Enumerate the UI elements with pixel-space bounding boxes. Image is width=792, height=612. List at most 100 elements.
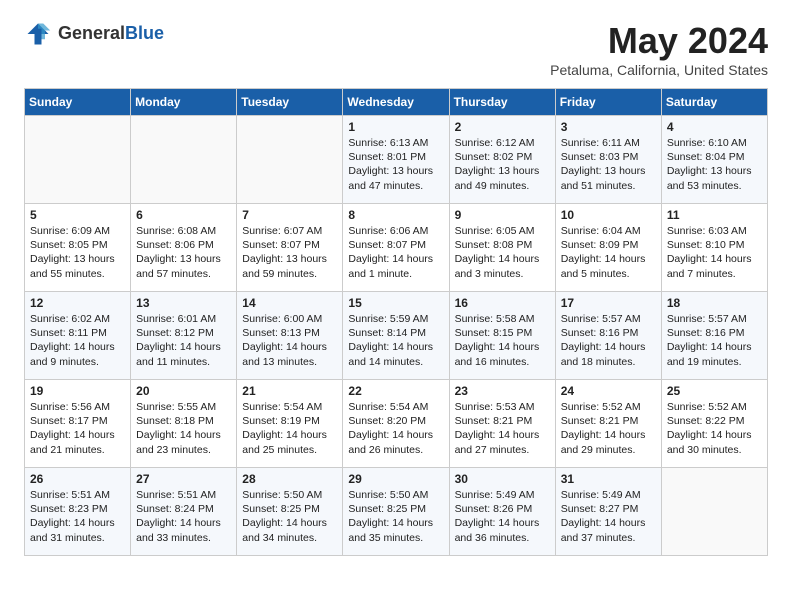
- logo: GeneralBlue: [24, 20, 164, 48]
- calendar-week-row: 1Sunrise: 6:13 AMSunset: 8:01 PMDaylight…: [25, 116, 768, 204]
- day-info: Sunrise: 5:52 AM: [667, 400, 762, 414]
- day-info: Daylight: 14 hours and 29 minutes.: [561, 428, 656, 456]
- day-info: Sunset: 8:06 PM: [136, 238, 231, 252]
- day-info: Daylight: 14 hours and 23 minutes.: [136, 428, 231, 456]
- day-number: 1: [348, 120, 443, 134]
- logo-icon: [24, 20, 52, 48]
- calendar-cell: 2Sunrise: 6:12 AMSunset: 8:02 PMDaylight…: [449, 116, 555, 204]
- calendar-cell: 31Sunrise: 5:49 AMSunset: 8:27 PMDayligh…: [555, 468, 661, 556]
- day-number: 20: [136, 384, 231, 398]
- calendar-cell: [661, 468, 767, 556]
- day-info: Daylight: 14 hours and 35 minutes.: [348, 516, 443, 544]
- day-number: 7: [242, 208, 337, 222]
- day-number: 11: [667, 208, 762, 222]
- day-number: 15: [348, 296, 443, 310]
- calendar-cell: 20Sunrise: 5:55 AMSunset: 8:18 PMDayligh…: [131, 380, 237, 468]
- day-number: 30: [455, 472, 550, 486]
- day-info: Sunrise: 6:12 AM: [455, 136, 550, 150]
- calendar-body: 1Sunrise: 6:13 AMSunset: 8:01 PMDaylight…: [25, 116, 768, 556]
- day-info: Sunrise: 5:57 AM: [667, 312, 762, 326]
- calendar-table: SundayMondayTuesdayWednesdayThursdayFrid…: [24, 88, 768, 556]
- calendar-cell: 21Sunrise: 5:54 AMSunset: 8:19 PMDayligh…: [237, 380, 343, 468]
- day-info: Sunrise: 5:53 AM: [455, 400, 550, 414]
- day-number: 21: [242, 384, 337, 398]
- day-info: Sunset: 8:21 PM: [561, 414, 656, 428]
- day-info: Sunset: 8:24 PM: [136, 502, 231, 516]
- day-info: Sunset: 8:16 PM: [561, 326, 656, 340]
- day-info: Sunrise: 6:10 AM: [667, 136, 762, 150]
- day-info: Sunrise: 6:01 AM: [136, 312, 231, 326]
- calendar-cell: 14Sunrise: 6:00 AMSunset: 8:13 PMDayligh…: [237, 292, 343, 380]
- calendar-cell: [237, 116, 343, 204]
- day-info: Daylight: 14 hours and 7 minutes.: [667, 252, 762, 280]
- day-info: Sunset: 8:02 PM: [455, 150, 550, 164]
- day-info: Daylight: 14 hours and 26 minutes.: [348, 428, 443, 456]
- day-info: Daylight: 14 hours and 9 minutes.: [30, 340, 125, 368]
- day-info: Sunrise: 5:51 AM: [136, 488, 231, 502]
- day-info: Daylight: 14 hours and 16 minutes.: [455, 340, 550, 368]
- day-number: 4: [667, 120, 762, 134]
- day-info: Sunrise: 6:06 AM: [348, 224, 443, 238]
- day-header: Monday: [131, 89, 237, 116]
- day-info: Daylight: 14 hours and 25 minutes.: [242, 428, 337, 456]
- day-info: Sunset: 8:04 PM: [667, 150, 762, 164]
- calendar-cell: 24Sunrise: 5:52 AMSunset: 8:21 PMDayligh…: [555, 380, 661, 468]
- day-number: 31: [561, 472, 656, 486]
- day-info: Sunrise: 5:54 AM: [348, 400, 443, 414]
- day-number: 9: [455, 208, 550, 222]
- day-number: 6: [136, 208, 231, 222]
- calendar-cell: 16Sunrise: 5:58 AMSunset: 8:15 PMDayligh…: [449, 292, 555, 380]
- day-number: 29: [348, 472, 443, 486]
- day-info: Sunrise: 5:54 AM: [242, 400, 337, 414]
- day-info: Sunset: 8:23 PM: [30, 502, 125, 516]
- day-info: Daylight: 14 hours and 30 minutes.: [667, 428, 762, 456]
- day-info: Daylight: 14 hours and 19 minutes.: [667, 340, 762, 368]
- day-info: Sunset: 8:07 PM: [242, 238, 337, 252]
- day-info: Daylight: 13 hours and 51 minutes.: [561, 164, 656, 192]
- day-info: Sunrise: 5:55 AM: [136, 400, 231, 414]
- calendar-cell: 19Sunrise: 5:56 AMSunset: 8:17 PMDayligh…: [25, 380, 131, 468]
- day-info: Sunrise: 6:11 AM: [561, 136, 656, 150]
- calendar-cell: 4Sunrise: 6:10 AMSunset: 8:04 PMDaylight…: [661, 116, 767, 204]
- day-info: Sunrise: 6:03 AM: [667, 224, 762, 238]
- day-number: 17: [561, 296, 656, 310]
- calendar-cell: 26Sunrise: 5:51 AMSunset: 8:23 PMDayligh…: [25, 468, 131, 556]
- day-info: Sunset: 8:12 PM: [136, 326, 231, 340]
- day-info: Daylight: 14 hours and 1 minute.: [348, 252, 443, 280]
- day-number: 16: [455, 296, 550, 310]
- day-info: Sunrise: 6:05 AM: [455, 224, 550, 238]
- day-number: 3: [561, 120, 656, 134]
- day-info: Daylight: 14 hours and 36 minutes.: [455, 516, 550, 544]
- logo-text: GeneralBlue: [58, 24, 164, 44]
- day-info: Sunrise: 5:59 AM: [348, 312, 443, 326]
- day-number: 26: [30, 472, 125, 486]
- calendar-cell: 7Sunrise: 6:07 AMSunset: 8:07 PMDaylight…: [237, 204, 343, 292]
- day-number: 8: [348, 208, 443, 222]
- day-info: Sunrise: 6:00 AM: [242, 312, 337, 326]
- day-header: Tuesday: [237, 89, 343, 116]
- day-info: Daylight: 14 hours and 31 minutes.: [30, 516, 125, 544]
- day-info: Daylight: 14 hours and 14 minutes.: [348, 340, 443, 368]
- day-info: Sunset: 8:26 PM: [455, 502, 550, 516]
- day-info: Daylight: 13 hours and 49 minutes.: [455, 164, 550, 192]
- calendar-cell: [131, 116, 237, 204]
- logo-line2: Blue: [125, 23, 164, 43]
- day-info: Sunrise: 6:02 AM: [30, 312, 125, 326]
- day-number: 27: [136, 472, 231, 486]
- day-info: Sunrise: 6:13 AM: [348, 136, 443, 150]
- header-row: SundayMondayTuesdayWednesdayThursdayFrid…: [25, 89, 768, 116]
- calendar-cell: 1Sunrise: 6:13 AMSunset: 8:01 PMDaylight…: [343, 116, 449, 204]
- calendar-week-row: 12Sunrise: 6:02 AMSunset: 8:11 PMDayligh…: [25, 292, 768, 380]
- day-info: Daylight: 13 hours and 55 minutes.: [30, 252, 125, 280]
- calendar-cell: 22Sunrise: 5:54 AMSunset: 8:20 PMDayligh…: [343, 380, 449, 468]
- month-title: May 2024: [550, 20, 768, 62]
- day-info: Sunset: 8:08 PM: [455, 238, 550, 252]
- day-header: Sunday: [25, 89, 131, 116]
- day-number: 18: [667, 296, 762, 310]
- day-info: Sunset: 8:03 PM: [561, 150, 656, 164]
- calendar-cell: [25, 116, 131, 204]
- calendar-cell: 28Sunrise: 5:50 AMSunset: 8:25 PMDayligh…: [237, 468, 343, 556]
- day-info: Sunset: 8:09 PM: [561, 238, 656, 252]
- day-info: Sunrise: 6:08 AM: [136, 224, 231, 238]
- calendar-cell: 25Sunrise: 5:52 AMSunset: 8:22 PMDayligh…: [661, 380, 767, 468]
